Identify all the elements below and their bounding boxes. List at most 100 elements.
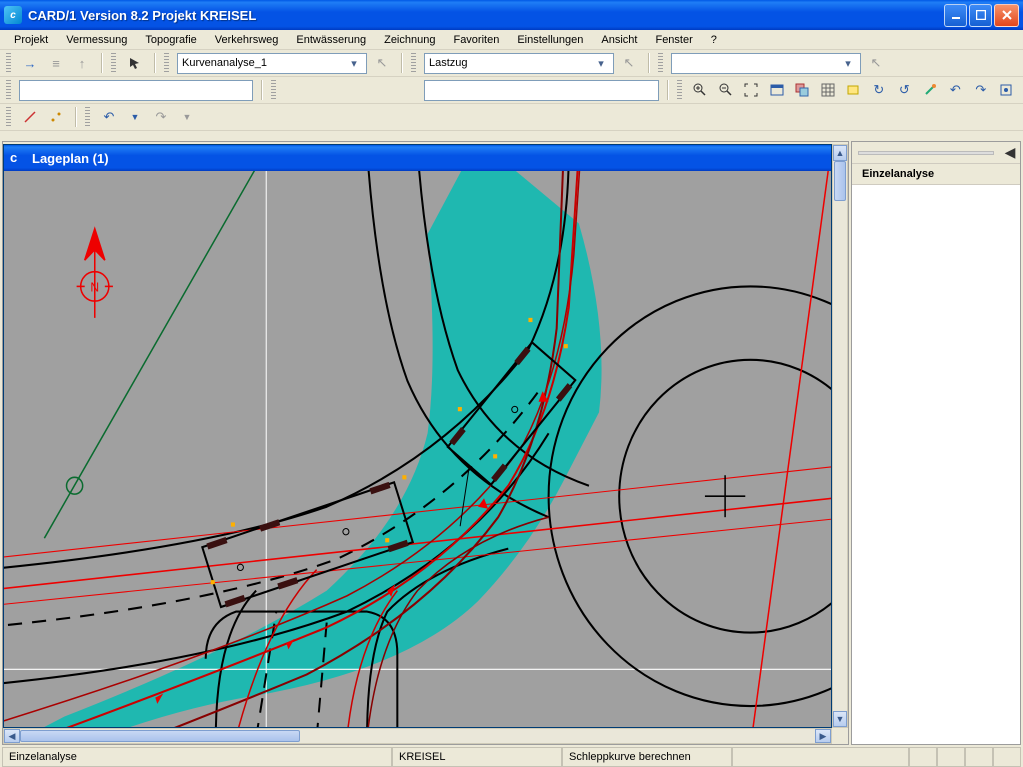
side-panel: ◀ Einzelanalyse [851, 141, 1021, 745]
chevron-down-icon: ▾ [346, 57, 362, 70]
drawing-window-titlebar[interactable]: c Lageplan (1) [4, 145, 831, 171]
toolbar-grip[interactable] [658, 53, 663, 73]
menu-einstellungen[interactable]: Einstellungen [509, 32, 591, 48]
drawing-window-title: Lageplan (1) [32, 151, 109, 166]
text-field-1[interactable] [19, 80, 253, 101]
toolbar-2: ↻ ↺ ↶ ↷ [0, 77, 1023, 104]
main-view: c Lageplan (1) [2, 141, 849, 745]
menu-help[interactable]: ? [703, 32, 725, 48]
zoom-in-icon[interactable] [690, 79, 712, 101]
fit-screen-icon[interactable] [741, 79, 763, 101]
redo-icon[interactable]: ↷ [970, 79, 992, 101]
window-title: CARD/1 Version 8.2 Projekt KREISEL [28, 8, 944, 23]
undo-icon[interactable]: ↶ [945, 79, 967, 101]
toolbar-grip[interactable] [85, 107, 90, 127]
scroll-up-icon[interactable]: ▲ [833, 145, 847, 161]
toolbar-grip[interactable] [677, 80, 682, 100]
close-button[interactable] [994, 4, 1019, 27]
drawing-window: c Lageplan (1) [3, 144, 832, 728]
undo-2-icon[interactable]: ↶ [98, 106, 120, 128]
toolbar-grip[interactable] [111, 53, 116, 73]
arrow-up-icon[interactable]: ↑ [71, 52, 93, 74]
status-slot-3 [965, 747, 993, 767]
toolbar-grip[interactable] [6, 53, 11, 73]
menu-projekt[interactable]: Projekt [6, 32, 56, 48]
rotate-cw-icon[interactable]: ↻ [868, 79, 890, 101]
layers-icon[interactable] [792, 79, 814, 101]
dropdown-arrow-icon[interactable]: ▼ [124, 106, 146, 128]
toolbar-grip[interactable] [164, 53, 169, 73]
pointer-icon[interactable] [124, 52, 146, 74]
separator [154, 53, 156, 73]
menu-zeichnung[interactable]: Zeichnung [376, 32, 443, 48]
status-empty [732, 747, 909, 767]
toolbar-grip[interactable] [271, 80, 276, 100]
status-action: Schleppkurve berechnen [562, 747, 732, 767]
scroll-down-icon[interactable]: ▼ [833, 711, 847, 727]
status-slot-4 [993, 747, 1021, 767]
collapse-left-icon[interactable]: ◀ [1000, 143, 1020, 163]
vehicle-combo-value: Lastzug [429, 57, 593, 69]
menu-fenster[interactable]: Fenster [647, 32, 700, 48]
status-slot-2 [937, 747, 965, 767]
cursor-icon[interactable]: ↖ [618, 52, 640, 74]
svg-text:N: N [90, 280, 99, 294]
minimize-button[interactable] [944, 4, 967, 27]
separator [648, 53, 650, 73]
scroll-right-icon[interactable]: ▶ [815, 729, 831, 743]
line-tool-icon[interactable] [19, 106, 41, 128]
scroll-thumb[interactable] [834, 161, 846, 201]
rectangle-icon[interactable] [843, 79, 865, 101]
toolbar-1: → ≡ ↑ Kurvenanalyse_1 ▾ ↖ Lastzug ▾ ↖ ▾ … [0, 50, 1023, 77]
menu-topografie[interactable]: Topografie [137, 32, 204, 48]
toolbar-grip[interactable] [6, 107, 11, 127]
analysis-combo-value: Kurvenanalyse_1 [182, 57, 346, 69]
scroll-thumb[interactable] [20, 730, 300, 742]
horizontal-scrollbar[interactable]: ◀ ▶ [3, 728, 832, 744]
vertical-scrollbar[interactable]: ▲ ▼ [832, 144, 848, 728]
redo-2-icon[interactable]: ↷ [150, 106, 172, 128]
maximize-button[interactable] [969, 4, 992, 27]
menubar: Projekt Vermessung Topografie Verkehrswe… [0, 30, 1023, 50]
separator [101, 53, 103, 73]
wand-icon[interactable] [919, 79, 941, 101]
vehicle-combo[interactable]: Lastzug ▾ [424, 53, 614, 74]
empty-combo[interactable]: ▾ [671, 53, 861, 74]
menu-ansicht[interactable]: Ansicht [593, 32, 645, 48]
status-mode: Einzelanalyse [2, 747, 392, 767]
text-field-2[interactable] [424, 80, 658, 101]
menu-favoriten[interactable]: Favoriten [445, 32, 507, 48]
bars-icon[interactable]: ≡ [45, 52, 67, 74]
grid-icon[interactable] [817, 79, 839, 101]
scroll-left-icon[interactable]: ◀ [4, 729, 20, 743]
workspace: c Lageplan (1) [2, 141, 1021, 745]
dropdown-arrow-2-icon[interactable]: ▼ [176, 106, 198, 128]
status-project: KREISEL [392, 747, 562, 767]
separator [75, 107, 77, 127]
app-icon: c [4, 6, 22, 24]
window-controls [944, 4, 1019, 27]
window-icon[interactable] [766, 79, 788, 101]
cursor-icon[interactable]: ↖ [371, 52, 393, 74]
chevron-down-icon: ▾ [840, 57, 856, 70]
side-panel-header: ◀ [852, 142, 1020, 164]
menu-entwaesserung[interactable]: Entwässerung [288, 32, 374, 48]
rotate-ccw-icon[interactable]: ↺ [894, 79, 916, 101]
side-tab-einzelanalyse[interactable]: Einzelanalyse [852, 164, 1020, 185]
window-titlebar: c CARD/1 Version 8.2 Projekt KREISEL [0, 0, 1023, 30]
point-tool-icon[interactable] [45, 106, 67, 128]
analysis-combo[interactable]: Kurvenanalyse_1 ▾ [177, 53, 367, 74]
separator [667, 80, 669, 100]
drawing-canvas[interactable]: N [4, 171, 831, 727]
panel-slider[interactable] [858, 151, 994, 155]
zoom-out-icon[interactable] [715, 79, 737, 101]
toolbar-grip[interactable] [6, 80, 11, 100]
toolbar-grip[interactable] [411, 53, 416, 73]
menu-verkehrsweg[interactable]: Verkehrsweg [207, 32, 287, 48]
arrow-right-icon[interactable]: → [19, 52, 41, 74]
status-slot-1 [909, 747, 937, 767]
refresh-icon[interactable] [996, 79, 1018, 101]
window-icon: c [10, 150, 26, 166]
cursor-icon[interactable]: ↖ [865, 52, 887, 74]
menu-vermessung[interactable]: Vermessung [58, 32, 135, 48]
